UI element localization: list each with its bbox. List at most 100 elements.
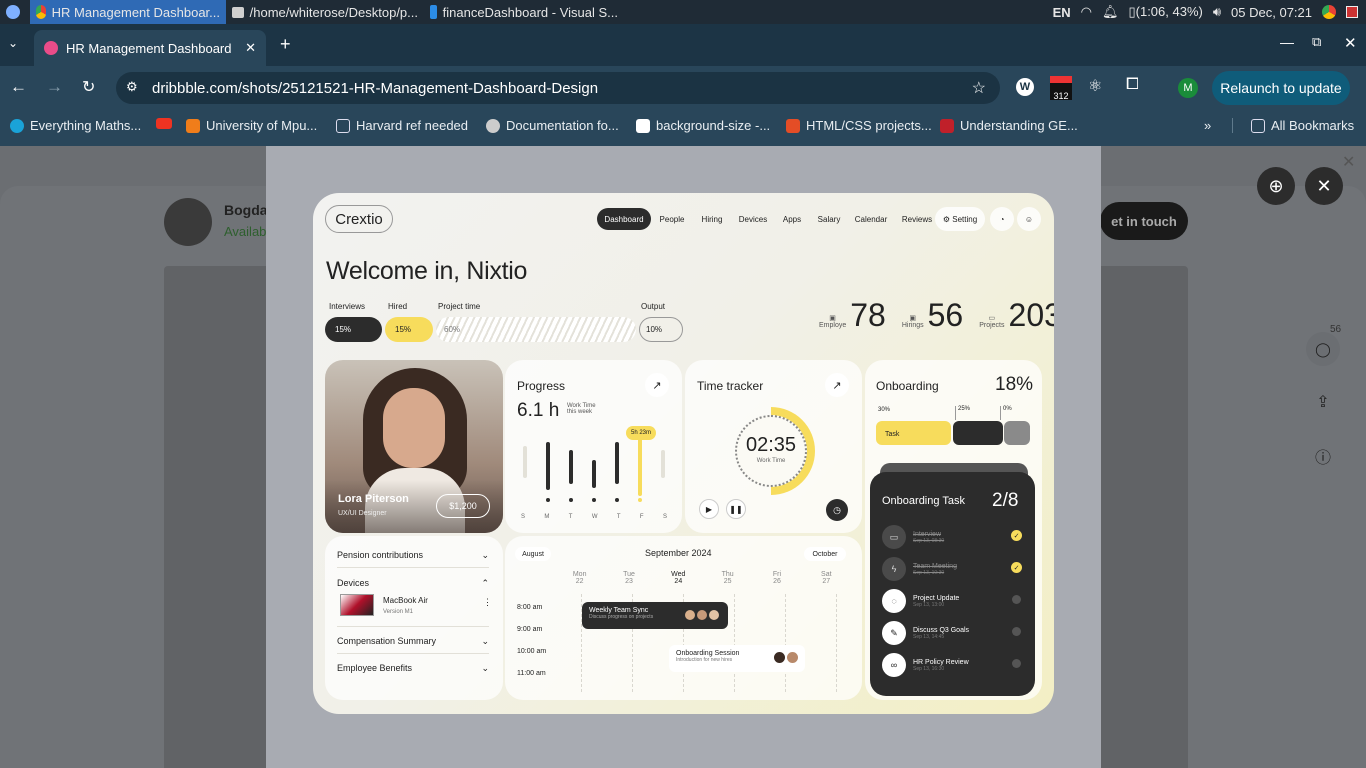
nav-reviews[interactable]: Reviews [895,208,939,230]
nav-hiring[interactable]: Hiring [693,208,731,230]
task-status-dot[interactable] [1012,595,1021,604]
nav-apps[interactable]: Apps [775,208,809,230]
nav-dashboard[interactable]: Dashboard [597,208,651,230]
get-in-touch-button[interactable]: et in touch [1100,202,1188,240]
task-row[interactable]: ✎ Discuss Q3 Goals Sep 13, 14:45 [882,620,1022,646]
taskbar-item-vscode[interactable]: financeDashboard - Visual S... [424,0,624,24]
salary-pill[interactable]: $1,200 [436,494,490,518]
calendar-day-selected[interactable]: Wed 24 [654,571,703,585]
bookmark-item[interactable]: Everything Maths... [10,118,141,133]
back-icon[interactable]: ← [10,77,27,97]
extension-inp-icon[interactable]: 312 [1050,76,1072,101]
zoom-button[interactable]: ⊕ [1257,167,1295,205]
close-modal-button[interactable]: ✕ [1305,167,1343,205]
tracker-expand-icon[interactable]: ↗ [825,373,849,397]
chrome-tray-icon[interactable] [1322,5,1336,19]
more-vertical-icon[interactable]: ⋮ [483,597,492,608]
reload-icon[interactable]: ↻ [82,77,95,97]
task-row[interactable]: ϟ Team Meeting Sep 13, 10:30 [882,556,1022,582]
author-avatar[interactable] [164,198,212,246]
task-check-icon[interactable]: ✓ [1011,562,1022,573]
close-overlay-icon[interactable]: ✕ [1342,152,1355,172]
profile-avatar[interactable]: M [1178,78,1198,98]
address-bar[interactable]: ⚙ dribbble.com/shots/25121521-HR-Managem… [116,72,1000,104]
calendar-day[interactable]: Sat 27 [802,571,851,585]
task-check-icon[interactable]: ✓ [1011,530,1022,541]
logo[interactable]: Crextio [325,205,393,233]
all-bookmarks[interactable]: All Bookmarks [1232,118,1354,133]
nav-people[interactable]: People [653,208,691,230]
bookmark-item[interactable]: University of Mpu... [186,118,317,133]
comment-icon[interactable]: ◯ [1306,332,1340,366]
calendar-day[interactable]: Tue 23 [604,571,653,585]
nav-salary[interactable]: Salary [811,208,847,230]
alarm-icon[interactable]: ◷ [826,499,848,521]
calendar-day[interactable]: Mon 22 [555,571,604,585]
extension-badge: 312 [1053,91,1069,101]
task-row[interactable]: ∞ HR Policy Review Sep 13, 16:30 [882,652,1022,678]
clock[interactable]: 05 Dec, 07:21 [1231,5,1312,20]
taskbar-item-chrome[interactable]: HR Management Dashboar... [30,0,226,24]
event-onboarding-session[interactable]: Onboarding Session Introduction for new … [669,645,805,672]
accordion-pension[interactable]: Pension contributions ⌄ [337,550,489,561]
close-window-icon[interactable]: ✕ [1344,34,1357,52]
panel-title: Onboarding Task [882,495,965,507]
tab-search-icon[interactable]: ⌄ [8,36,18,50]
task-name: Interview [913,530,942,538]
accordion-benefits[interactable]: Employee Benefits ⌄ [337,663,489,674]
bookmark-item[interactable]: Understanding GE... [940,118,1078,133]
extensions-puzzle-icon[interactable]: ⧠ [1126,76,1139,94]
wifi-icon[interactable]: ◠ [1081,4,1092,20]
battery-status[interactable]: ▯(1:06, 43%) [1128,4,1202,20]
share-icon[interactable]: ⇪ [1306,386,1340,420]
user-button[interactable]: ☺ [1017,207,1041,231]
bell-icon[interactable]: 🔔︎ [1102,4,1119,20]
task-row[interactable]: ◌ Project Update Sep 13, 13:00 [882,588,1022,614]
pause-icon[interactable]: ❚❚ [726,499,746,519]
tab-close-icon[interactable]: ✕ [245,40,256,56]
calendar-day[interactable]: Thu 25 [703,571,752,585]
day-label: W [591,514,598,520]
new-tab-icon[interactable]: + [280,34,291,55]
shutdown-icon[interactable] [1346,6,1358,18]
bookmark-item[interactable]: HTML/CSS projects... [786,118,932,133]
nav-devices[interactable]: Devices [733,208,773,230]
bookmark-item[interactable]: Documentation fo... [486,118,619,133]
prev-month-button[interactable]: August [515,547,551,561]
calendar-day[interactable]: Fri 26 [752,571,801,585]
accordion-compensation[interactable]: Compensation Summary ⌄ [337,636,489,647]
setting-button[interactable]: ⚙ Setting [935,207,985,231]
progress-expand-icon[interactable]: ↗ [645,373,669,397]
task-status-dot[interactable] [1012,627,1021,636]
profile-card[interactable]: Lora Piterson UX/UI Designer $1,200 [325,360,503,533]
notification-button[interactable]: ◔ [990,207,1014,231]
volume-icon[interactable]: 🔊︎ [1213,4,1221,20]
minimize-icon[interactable]: — [1280,34,1294,50]
author-name[interactable]: Bogda [224,202,268,218]
forward-icon[interactable]: → [46,77,63,97]
nav-calendar[interactable]: Calendar [849,208,893,230]
maximize-icon[interactable]: ⧉ [1312,34,1321,50]
tab-hr-dashboard[interactable]: HR Management Dashboard ✕ [34,30,266,66]
play-icon[interactable]: ▶ [699,499,719,519]
bookmark-item[interactable]: background-size -... [636,118,770,133]
extension-w-icon[interactable]: W [1016,78,1034,96]
taskbar-item-files[interactable]: /home/whiterose/Desktop/p... [226,0,424,24]
relaunch-button[interactable]: Relaunch to update [1212,71,1350,105]
keyboard-layout[interactable]: EN [1053,5,1071,20]
bookmark-item[interactable] [156,118,172,129]
task-row[interactable]: ▭ Interview Sep 13, 08:30 [882,524,1022,550]
task-status-dot[interactable] [1012,659,1021,668]
bookmark-star-icon[interactable]: ☆ [972,78,986,98]
next-month-button[interactable]: October [804,547,846,561]
accordion-devices[interactable]: Devices ⌃ [337,578,489,589]
stat-employees: ▣ Employe 78 [819,299,886,331]
site-info-icon[interactable]: ⚙ [126,79,138,95]
info-icon[interactable]: ⓘ [1306,442,1340,476]
react-devtools-icon[interactable]: ⚛ [1088,76,1102,96]
progress-bar [661,450,665,478]
app-menu-icon[interactable] [0,0,30,24]
bookmark-folder[interactable]: Harvard ref needed [336,118,468,133]
bookmarks-overflow-icon[interactable]: » [1204,118,1211,133]
event-weekly-sync[interactable]: Weekly Team Sync Discuss progress on pro… [582,602,728,629]
